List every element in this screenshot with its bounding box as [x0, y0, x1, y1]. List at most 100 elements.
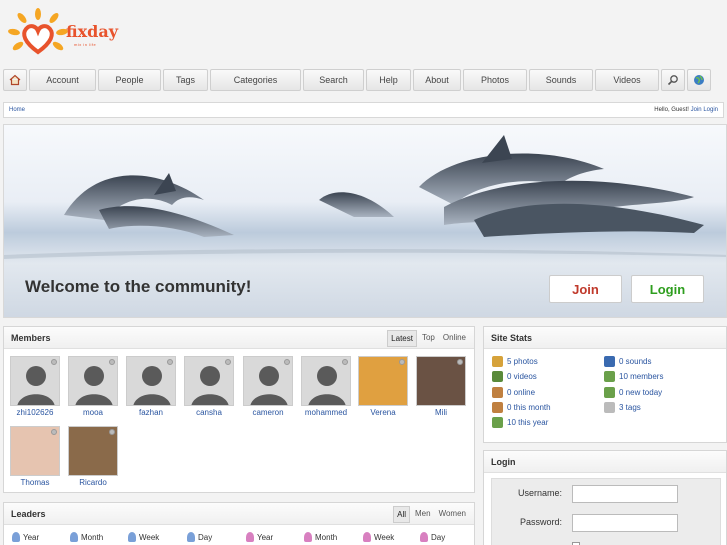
member-item[interactable]: mooa — [67, 356, 119, 417]
member-name[interactable]: Mili — [435, 408, 447, 417]
leaders-title: Leaders — [11, 509, 46, 519]
member-avatar[interactable] — [68, 356, 118, 406]
female-icon — [246, 532, 254, 542]
leader-period-label[interactable]: Day — [198, 533, 212, 542]
member-item[interactable]: Mili — [415, 356, 467, 417]
login-title: Login — [484, 451, 726, 473]
member-name[interactable]: mohammed — [305, 408, 347, 417]
stat-item[interactable]: 0 this month — [492, 401, 551, 413]
site-stats-panel: Site Stats 5 photos 0 videos 0 online 0 thi… — [483, 326, 727, 443]
music-icon — [604, 356, 615, 367]
username-input[interactable] — [572, 485, 678, 503]
member-name[interactable]: cansha — [196, 408, 222, 417]
tab-latest[interactable]: Latest — [387, 330, 417, 347]
stat-item[interactable]: 0 new today — [604, 386, 662, 398]
breadcrumb-home[interactable]: Home — [9, 107, 25, 113]
join-link[interactable]: Join — [691, 107, 702, 113]
stat-label[interactable]: 0 online — [507, 388, 535, 397]
member-name[interactable]: zhi102626 — [17, 408, 54, 417]
tab-photos[interactable]: Photos — [463, 69, 527, 91]
tab-videos[interactable]: Videos — [595, 69, 659, 91]
member-name[interactable]: cameron — [252, 408, 283, 417]
leader-period-label[interactable]: Month — [315, 533, 337, 542]
stat-item[interactable]: 10 members — [604, 371, 663, 383]
member-name[interactable]: fazhan — [139, 408, 163, 417]
leader-period-label[interactable]: Month — [81, 533, 103, 542]
member-avatar[interactable] — [416, 356, 466, 406]
member-avatar[interactable] — [301, 356, 351, 406]
brand-tagline: mix in life — [74, 42, 97, 47]
stat-label[interactable]: 10 this year — [507, 418, 548, 427]
leader-period[interactable]: Day — [187, 532, 212, 542]
member-avatar[interactable] — [10, 356, 60, 406]
member-item[interactable]: Verena — [357, 356, 409, 417]
stat-item[interactable]: 0 online — [492, 386, 535, 398]
member-name[interactable]: mooa — [83, 408, 103, 417]
stat-label[interactable]: 0 sounds — [619, 357, 651, 366]
password-input[interactable] — [572, 514, 678, 532]
member-item[interactable]: Ricardo — [67, 426, 119, 487]
member-item[interactable]: mohammed — [300, 356, 352, 417]
leader-period[interactable]: Week — [128, 532, 159, 542]
tab-account[interactable]: Account — [29, 69, 96, 91]
tab-all[interactable]: All — [393, 506, 411, 523]
member-name[interactable]: Ricardo — [79, 478, 107, 487]
leader-period-label[interactable]: Week — [374, 533, 394, 542]
leader-period[interactable]: Year — [12, 532, 39, 542]
leader-period-label[interactable]: Year — [23, 533, 39, 542]
leader-period-label[interactable]: Year — [257, 533, 273, 542]
leader-period[interactable]: Month — [304, 532, 337, 542]
member-avatar[interactable] — [10, 426, 60, 476]
login-button[interactable]: Login — [631, 275, 704, 303]
member-item[interactable]: cansha — [183, 356, 235, 417]
stat-item[interactable]: 0 sounds — [604, 356, 651, 367]
tab-search[interactable]: Search — [303, 69, 364, 91]
home-tab[interactable] — [3, 69, 27, 91]
leader-period[interactable]: Day — [420, 532, 445, 542]
member-avatar[interactable] — [358, 356, 408, 406]
join-button[interactable]: Join — [549, 275, 622, 303]
member-avatar[interactable] — [243, 356, 293, 406]
stat-label[interactable]: 0 new today — [619, 388, 662, 397]
member-name[interactable]: Verena — [370, 408, 395, 417]
stat-label[interactable]: 0 this month — [507, 403, 551, 412]
stat-item[interactable]: 5 photos — [492, 356, 538, 367]
leader-period[interactable]: Year — [246, 532, 273, 542]
member-avatar[interactable] — [184, 356, 234, 406]
member-item[interactable]: Thomas — [9, 426, 61, 487]
stat-label[interactable]: 3 tags — [619, 403, 641, 412]
member-item[interactable]: cameron — [242, 356, 294, 417]
member-avatar[interactable] — [126, 356, 176, 406]
leader-period-label[interactable]: Week — [139, 533, 159, 542]
tab-tags[interactable]: Tags — [163, 69, 208, 91]
tab-women[interactable]: Women — [436, 506, 469, 523]
stat-item[interactable]: 3 tags — [604, 401, 641, 413]
brand-name: fixday — [66, 22, 119, 41]
login-link[interactable]: Login — [703, 107, 718, 113]
member-avatar[interactable] — [68, 426, 118, 476]
tab-men[interactable]: Men — [412, 506, 434, 523]
member-name[interactable]: Thomas — [21, 478, 50, 487]
online-status-icon — [284, 359, 290, 365]
leader-period-label[interactable]: Day — [431, 533, 445, 542]
site-logo[interactable]: fixday mix in life — [8, 8, 128, 60]
language-tab[interactable] — [687, 69, 711, 91]
member-item[interactable]: fazhan — [125, 356, 177, 417]
tab-online[interactable]: Online — [440, 330, 469, 347]
tab-people[interactable]: People — [98, 69, 161, 91]
search-tab[interactable] — [661, 69, 685, 91]
leader-period[interactable]: Week — [363, 532, 394, 542]
tab-help[interactable]: Help — [366, 69, 411, 91]
tab-sounds[interactable]: Sounds — [529, 69, 593, 91]
leader-period[interactable]: Month — [70, 532, 103, 542]
member-item[interactable]: zhi102626 — [9, 356, 61, 417]
stat-label[interactable]: 10 members — [619, 372, 663, 381]
stat-label[interactable]: 0 videos — [507, 372, 537, 381]
tab-categories[interactable]: Categories — [210, 69, 301, 91]
tab-top[interactable]: Top — [419, 330, 438, 347]
stat-item[interactable]: 0 videos — [492, 371, 537, 383]
stat-item[interactable]: 10 this year — [492, 417, 548, 429]
tab-about[interactable]: About — [413, 69, 461, 91]
welcome-heading: Welcome to the community! — [25, 277, 252, 296]
stat-label[interactable]: 5 photos — [507, 357, 538, 366]
